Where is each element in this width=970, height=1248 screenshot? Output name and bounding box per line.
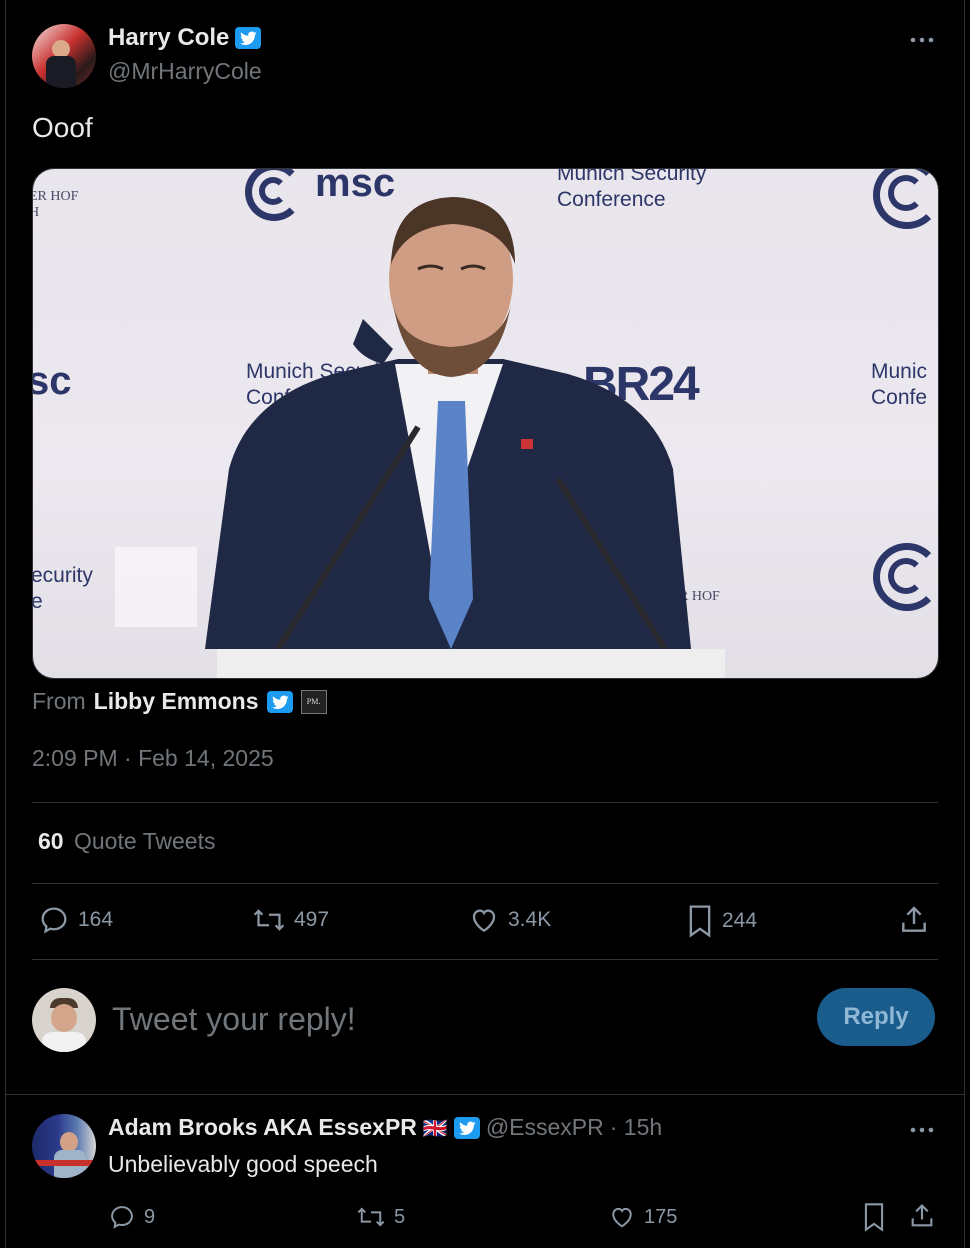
heart-icon [612, 1207, 632, 1228]
retweet-icon [357, 1207, 385, 1227]
like-count: 175 [644, 1205, 678, 1228]
share-icon [911, 1204, 933, 1227]
reply-author-name[interactable]: Adam Brooks AKA EssexPR [108, 1114, 417, 1141]
source-author-name[interactable]: Libby Emmons [94, 688, 259, 715]
divider [32, 883, 938, 884]
reply-author-avatar[interactable] [32, 1114, 96, 1178]
more-options-icon[interactable] [908, 1120, 936, 1145]
reply-text: Unbelievably good speech [108, 1151, 378, 1177]
reply-icon [111, 1206, 133, 1229]
uk-flag-icon: 🇬🇧 [422, 1115, 448, 1140]
bookmark-action[interactable]: 244 [686, 904, 757, 938]
retweet-count: 5 [394, 1205, 406, 1228]
verified-badge-icon [453, 1116, 480, 1139]
retweet-action[interactable]: 5 [356, 1203, 405, 1231]
verified-badge-icon [266, 690, 293, 713]
tweet-text: Ooof [32, 112, 93, 143]
like-action[interactable]: 175 [608, 1203, 677, 1231]
bookmark-action[interactable] [862, 1202, 886, 1232]
more-options-icon[interactable] [908, 30, 936, 56]
divider [32, 802, 938, 803]
reply-age[interactable]: · 15h [610, 1114, 662, 1141]
quote-label: Quote Tweets [73, 828, 216, 854]
reply-action[interactable]: 164 [38, 904, 113, 936]
bookmark-icon [864, 1203, 884, 1232]
speaker-figure [205, 197, 725, 678]
reply-icon [41, 907, 67, 934]
author-avatar[interactable] [32, 24, 96, 88]
reply-button[interactable]: Reply [817, 988, 935, 1046]
share-icon [902, 906, 926, 932]
bookmark-count: 244 [722, 909, 758, 932]
quote-count: 60 [38, 828, 64, 854]
heart-icon [472, 909, 496, 932]
source-org-badge: PM. [300, 689, 327, 714]
reply-action[interactable]: 9 [108, 1203, 155, 1231]
author-handle[interactable]: @MrHarryCole [108, 58, 262, 85]
quote-tweets-link[interactable]: 60 Quote Tweets [38, 828, 215, 855]
section-divider [6, 1094, 964, 1095]
reply-count: 9 [144, 1205, 156, 1228]
share-action[interactable] [908, 1202, 936, 1230]
verified-badge-icon [235, 27, 262, 49]
bookmark-icon [689, 905, 711, 938]
retweet-action[interactable]: 497 [252, 904, 329, 936]
reply-author-handle[interactable]: @EssexPR [486, 1114, 604, 1141]
share-action[interactable] [898, 904, 930, 936]
tweet-timestamp[interactable]: 2:09 PM · Feb 14, 2025 [32, 745, 274, 772]
like-count: 3.4K [508, 908, 552, 931]
reply-count: 164 [78, 908, 114, 931]
current-user-avatar[interactable] [32, 988, 96, 1052]
divider [32, 959, 938, 960]
source-prefix: From [32, 688, 86, 714]
retweet-icon [253, 909, 285, 931]
retweet-count: 497 [294, 908, 330, 931]
reply-input[interactable] [110, 996, 774, 1042]
author-name[interactable]: Harry Cole [108, 24, 229, 52]
tweet-video[interactable]: ER HOF H msc Munich Security Conference … [32, 168, 939, 679]
like-action[interactable]: 3.4K [468, 904, 551, 936]
